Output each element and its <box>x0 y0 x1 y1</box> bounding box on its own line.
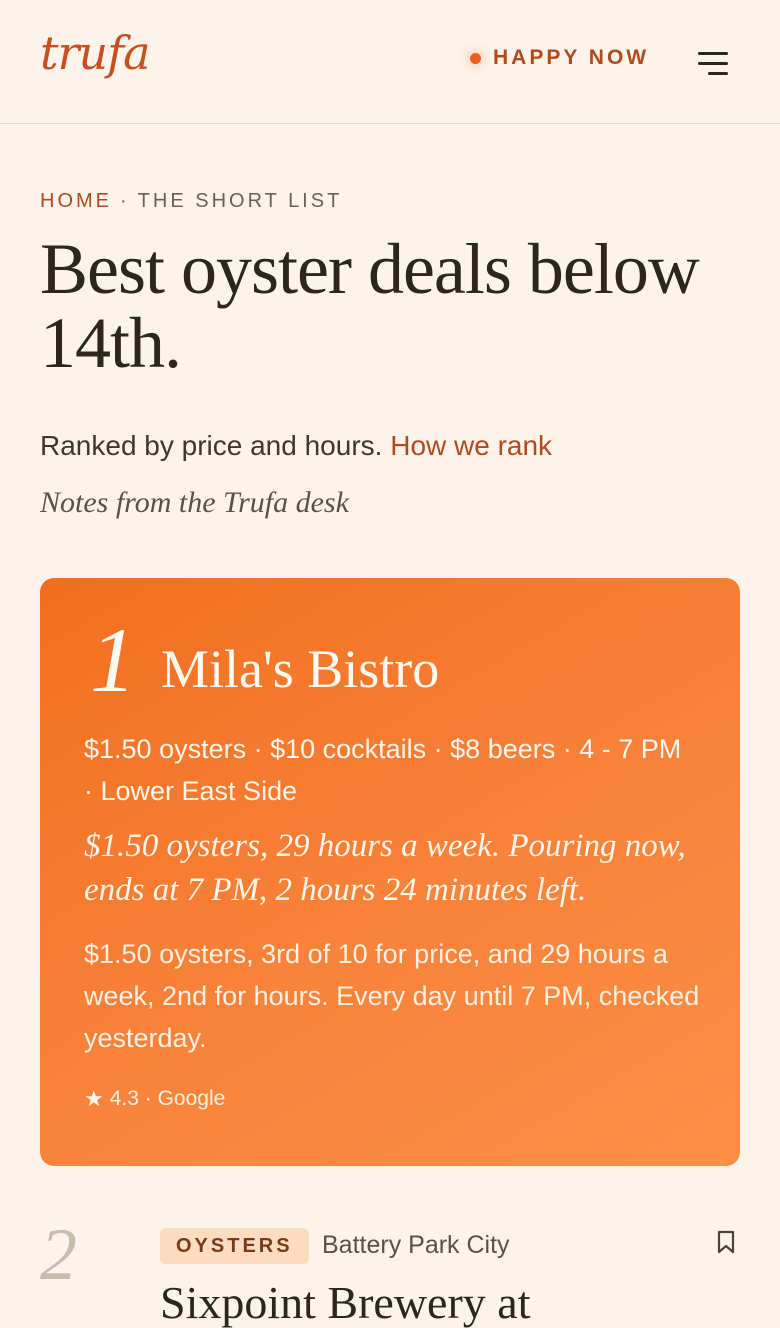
featured-deal-summary: $1.50 oysters · $10 cocktails · $8 beers… <box>84 734 682 806</box>
breadcrumb-separator: · <box>120 190 130 212</box>
category-tag: OYSTERS <box>160 1228 309 1264</box>
page-subtitle: Ranked by price and hours. How we rank <box>40 430 552 462</box>
featured-rating: ★ 4.3 · Google <box>84 1086 225 1112</box>
featured-rank: 1 <box>90 609 136 711</box>
happy-now-status[interactable]: HAPPY NOW <box>470 46 649 70</box>
bookmark-icon[interactable] <box>716 1230 736 1254</box>
subtitle-text: Ranked by price and hours. <box>40 430 383 461</box>
live-dot-icon <box>470 52 481 64</box>
page-title: Best oyster deals below 14th. <box>40 229 700 383</box>
list-item-rank: 2 <box>40 1214 77 1296</box>
featured-deal-card[interactable]: 1 Mila's Bistro $1.50 oysters · $10 cock… <box>40 578 740 1166</box>
featured-deal-quote: $1.50 oysters, 29 hours a week. Pouring … <box>84 828 686 908</box>
site-header: trufa HAPPY NOW <box>0 0 780 124</box>
breadcrumb-current: THE SHORT LIST <box>137 190 343 212</box>
featured-rating-text: 4.3 · Google <box>109 1087 226 1110</box>
breadcrumb: HOME · THE SHORT LIST <box>40 190 342 213</box>
trufa-logo[interactable]: trufa <box>40 30 151 76</box>
happy-now-label: HAPPY NOW <box>493 46 650 69</box>
menu-icon-line-top <box>698 52 728 55</box>
featured-deal-detail: $1.50 oysters, 3rd of 10 for price, and … <box>84 939 700 1053</box>
breadcrumb-home[interactable]: HOME <box>40 190 112 212</box>
menu-icon-line-bottom <box>708 72 728 75</box>
menu-button[interactable] <box>696 52 728 76</box>
list-item-venue-name[interactable]: Sixpoint Brewery at <box>160 1280 531 1326</box>
menu-icon-line-middle <box>698 62 728 65</box>
how-we-rank-link[interactable]: How we rank <box>390 430 552 461</box>
desk-note: Notes from the Trufa desk <box>40 486 349 519</box>
list-item-neighborhood: Battery Park City <box>322 1231 510 1259</box>
featured-venue-name: Mila's Bistro <box>161 639 440 699</box>
star-icon: ★ <box>84 1086 104 1111</box>
